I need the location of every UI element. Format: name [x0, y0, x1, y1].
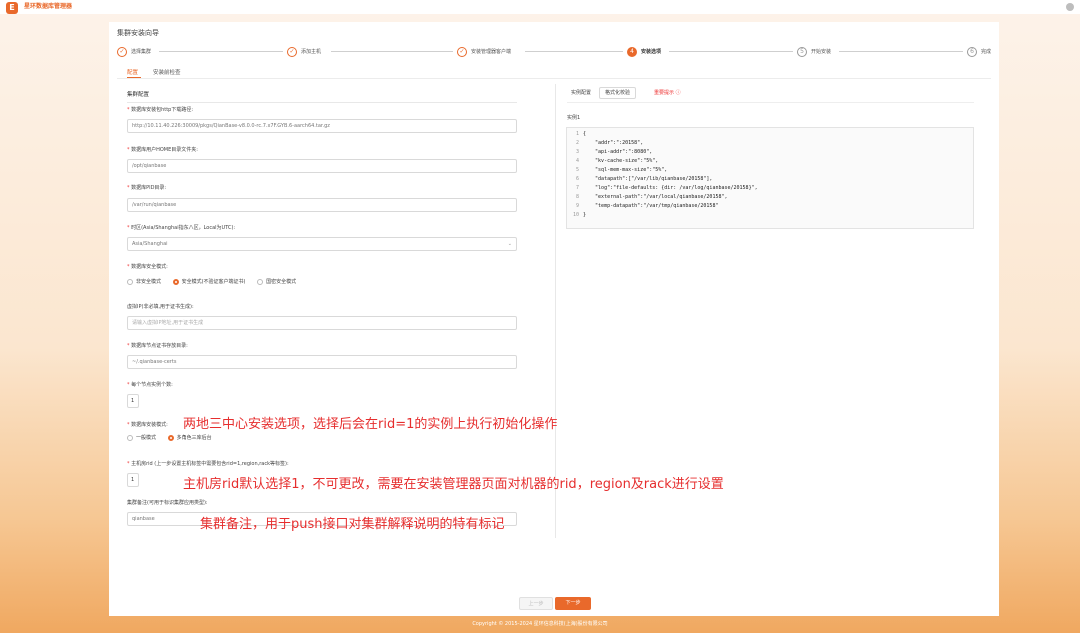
code-line: 5 "sql-mem-max-size":"5%",: [575, 167, 668, 173]
home-dir-label: * 数据库用户HOME目录文件夹:: [127, 147, 198, 153]
section-divider: [127, 102, 517, 103]
step-2-label: 添加主机: [301, 49, 322, 55]
radio-icon: [127, 278, 133, 285]
instance-label: 实例1: [567, 115, 581, 121]
install-mode-label: * 数据库安装模式:: [127, 422, 168, 428]
package-url-input[interactable]: http://10.11.40.226:30009/pkgs/QianBase-…: [127, 119, 517, 133]
tabs-divider: [117, 78, 991, 79]
step-4-number-icon: 4: [627, 47, 637, 57]
code-line: 8 "external-path":"/var/local/qianbase/2…: [575, 194, 728, 200]
code-line: 10}: [572, 212, 587, 218]
virtual-ip-label: 虚拟IP(非必填,用于证书生成):: [127, 304, 194, 310]
security-mode-radio-group: 非安全模式 安全模式(不验证客户端证书) 国密安全模式: [127, 278, 306, 286]
step-1-check-icon: ✓: [117, 47, 127, 57]
package-url-label: * 数据库安装包http下载路径:: [127, 107, 194, 113]
radio-selected-icon: [172, 278, 179, 285]
radio-option-secure[interactable]: 安全模式(不验证客户端证书): [172, 278, 246, 285]
tab-precheck[interactable]: 安装前检查: [153, 68, 181, 76]
radio-option-normal[interactable]: 一般模式: [127, 434, 156, 441]
step-6-label: 完成: [981, 49, 992, 55]
cert-dir-label: * 数据库节点证书存放目录:: [127, 343, 188, 349]
home-dir-input[interactable]: /opt/qianbase: [127, 159, 517, 173]
step-1-label: 选择集群: [131, 49, 152, 55]
page-title: 集群安装向导: [117, 29, 159, 37]
annotation-install-mode: 两地三中心安装选项，选择后会在rid=1的实例上执行初始化操作: [183, 417, 558, 432]
instances-per-node-label: * 每个节点实例个数:: [127, 382, 173, 388]
step-connector: [159, 51, 283, 52]
step-5-number-icon: 5: [797, 47, 807, 57]
chevron-down-icon: ⌄: [507, 241, 512, 247]
radio-option-multi-role[interactable]: 多角色三库后台: [167, 434, 212, 441]
pid-dir-input[interactable]: /var/run/qianbase: [127, 198, 517, 212]
step-connector: [839, 51, 963, 52]
code-line: 1{: [575, 131, 587, 137]
format-check-button[interactable]: 格式化校验: [599, 87, 637, 99]
timezone-select[interactable]: Asia/Shanghai ⌄: [127, 237, 517, 251]
code-line: 4 "kv-cache-size":"5%",: [575, 158, 659, 164]
top-bar: E 星环数据库管理器: [0, 0, 1080, 14]
footer-copyright: Copyright © 2015-2024 星环信息科技(上海)股份有限公司: [472, 621, 608, 627]
step-4-label: 安装选项: [641, 49, 662, 55]
instance-json-editor[interactable]: 1{ 2 "addr":":20158", 3 "api-addr":":808…: [566, 127, 974, 229]
radio-option-gm-secure[interactable]: 国密安全模式: [257, 278, 296, 285]
app-logo-icon: E: [6, 2, 18, 14]
section-title: 集群配置: [127, 92, 150, 98]
important-notice-link[interactable]: 重要提示 ⓘ: [654, 88, 681, 98]
rack-rid-label: * 主机房rid (上一步设置主机标签中需要包含rid=1,region,rac…: [127, 461, 289, 467]
step-6-number-icon: 6: [967, 47, 977, 57]
right-panel-divider: [567, 102, 974, 103]
cert-dir-input[interactable]: ~/.qianbase-certs: [127, 355, 517, 369]
code-line: 7 "log":"file-defaults: {dir: /var/log/q…: [575, 185, 758, 191]
timezone-value: Asia/Shanghai: [132, 241, 168, 247]
step-connector: [525, 51, 623, 52]
step-5-label: 开始安装: [811, 49, 832, 55]
step-3-label: 安装管理器客户端: [471, 49, 512, 55]
app-brand: 星环数据库管理器: [24, 3, 73, 10]
radio-option-insecure[interactable]: 非安全模式: [127, 278, 161, 285]
annotation-cluster-note: 集群备注，用于push接口对集群解释说明的特有标记: [200, 517, 505, 532]
previous-step-button[interactable]: 上一步: [519, 597, 553, 610]
code-line: 9 "temp-datapath":"/var/tmp/qianbase/201…: [575, 203, 719, 209]
code-line: 3 "api-addr":":8080",: [575, 149, 653, 155]
tab-config[interactable]: 配置: [127, 68, 138, 76]
radio-icon: [257, 278, 264, 285]
next-step-button[interactable]: 下一步: [555, 597, 591, 610]
step-connector: [331, 51, 453, 52]
tab-instance-config[interactable]: 实例配置: [571, 88, 591, 98]
virtual-ip-input[interactable]: 请输入虚拟IP地址,用于证书生成: [127, 316, 517, 330]
security-mode-label: * 数据库安全模式:: [127, 264, 168, 270]
rack-rid-input[interactable]: 1: [127, 473, 139, 487]
radio-selected-icon: [167, 434, 174, 441]
radio-icon: [127, 434, 133, 441]
step-3-check-icon: ✓: [457, 47, 467, 57]
code-line: 2 "addr":":20158",: [575, 140, 644, 146]
pid-dir-label: * 数据库PID目录:: [127, 185, 167, 191]
user-avatar-icon[interactable]: [1066, 3, 1074, 11]
install-mode-radio-group: 一般模式 多角色三库后台: [127, 434, 222, 442]
step-connector: [669, 51, 793, 52]
instances-per-node-input[interactable]: 1: [127, 394, 139, 408]
column-divider: [555, 84, 556, 538]
annotation-rid: 主机房rid默认选择1，不可更改，需要在安装管理器页面对机器的rid，regio…: [183, 477, 724, 492]
timezone-label: * 时区(Asia/Shanghai指东八区，Local为UTC):: [127, 225, 236, 231]
cluster-note-label: 集群备注(可用于标识集群应用类型):: [127, 500, 208, 506]
code-line: 6 "datapath":["/var/lib/qianbase/20158"]…: [575, 176, 713, 182]
step-2-check-icon: ✓: [287, 47, 297, 57]
